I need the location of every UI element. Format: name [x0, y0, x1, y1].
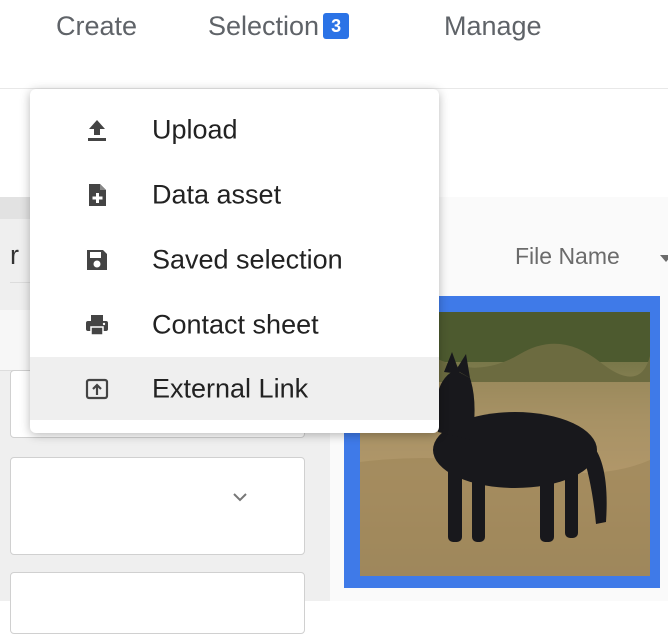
chevron-down-icon — [233, 493, 247, 502]
upload-icon — [88, 119, 106, 141]
menu-item-label: External Link — [152, 373, 309, 403]
nav-manage[interactable]: Manage — [444, 8, 542, 44]
menu-item-label: Contact sheet — [152, 309, 319, 339]
selection-count-badge: 3 — [323, 13, 350, 39]
nav-selection[interactable]: Selection 3 — [208, 8, 350, 44]
filter-dropdown[interactable] — [10, 457, 305, 555]
filter-panel-label: r — [10, 240, 19, 270]
sort-by-file-name[interactable]: File Name — [515, 243, 620, 270]
menu-item-data-asset[interactable]: Data asset — [30, 162, 439, 227]
menu-item-saved-selection[interactable]: Saved selection — [30, 227, 439, 292]
filter-field[interactable] — [10, 572, 305, 634]
sort-caret-icon[interactable] — [660, 255, 668, 262]
nav-selection-label: Selection — [208, 11, 320, 41]
file-plus-icon — [89, 183, 106, 206]
nav-create[interactable]: Create — [56, 8, 137, 44]
menu-item-upload[interactable]: Upload — [30, 97, 439, 162]
menu-item-contact-sheet[interactable]: Contact sheet — [30, 292, 439, 357]
save-icon — [87, 249, 107, 270]
create-menu: Upload Data asset Saved selection Contac… — [30, 89, 439, 433]
print-icon — [86, 314, 108, 336]
external-link-icon — [85, 378, 109, 399]
menu-item-label: Saved selection — [152, 244, 343, 274]
menu-item-label: Upload — [152, 114, 238, 144]
menu-item-external-link[interactable]: External Link — [30, 357, 439, 420]
menu-item-label: Data asset — [152, 179, 282, 209]
top-nav: Create Selection 3 Manage — [0, 0, 668, 60]
